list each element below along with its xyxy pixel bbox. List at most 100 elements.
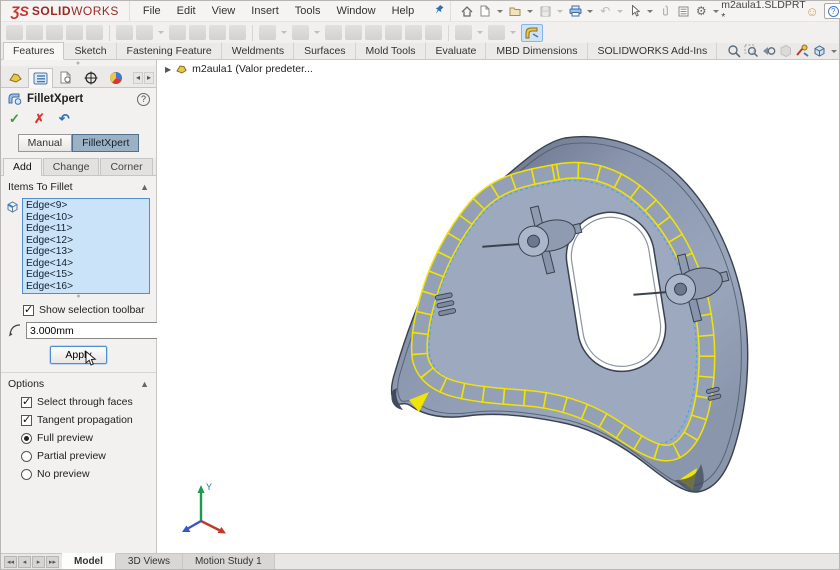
undo-button[interactable]: ↶: [59, 111, 70, 127]
tab-surfaces[interactable]: Surfaces: [294, 42, 355, 59]
toolbar-separator: [109, 25, 110, 41]
pin-menu-icon[interactable]: [433, 4, 444, 19]
items-to-fillet-header[interactable]: Items To Fillet ▲: [1, 176, 156, 196]
edge-list-item[interactable]: Edge<9>: [26, 200, 149, 212]
corner-subtab[interactable]: Corner: [100, 158, 152, 175]
display-manager-tab[interactable]: [103, 67, 128, 87]
edge-list-item[interactable]: Edge<12>: [26, 235, 149, 247]
list-resize-grip[interactable]: ●: [1, 294, 156, 301]
edge-list-item[interactable]: Edge<14>: [26, 258, 149, 270]
tab-sketch[interactable]: Sketch: [64, 42, 116, 59]
collapse-chevron-icon[interactable]: ▲: [140, 379, 149, 389]
add-subtab[interactable]: Add: [3, 158, 42, 176]
scroll-left-icon[interactable]: ◂: [133, 72, 143, 84]
new-dropdown-icon[interactable]: [497, 10, 503, 13]
menu-window[interactable]: Window: [329, 3, 382, 19]
model-tab[interactable]: Model: [62, 553, 116, 569]
search-box[interactable]: ? Sea: [824, 3, 840, 19]
print-icon[interactable]: [567, 4, 583, 18]
properties-icon[interactable]: [675, 4, 691, 18]
new-document-icon[interactable]: [477, 4, 493, 18]
tab-fastening-feature[interactable]: Fastening Feature: [117, 42, 222, 59]
tab-mold-tools[interactable]: Mold Tools: [356, 42, 426, 59]
model-3d-view[interactable]: [157, 60, 840, 555]
select-cursor-icon[interactable]: [627, 4, 643, 18]
partial-preview-radio[interactable]: [21, 451, 32, 462]
menu-view[interactable]: View: [205, 3, 243, 19]
no-preview-row[interactable]: No preview: [21, 465, 156, 483]
tab-features[interactable]: Features: [3, 42, 64, 60]
home-icon[interactable]: [459, 4, 475, 18]
options-dropdown-icon[interactable]: [713, 10, 719, 13]
show-selection-toolbar-row[interactable]: Show selection toolbar: [1, 301, 156, 319]
show-selection-toolbar-checkbox[interactable]: [23, 305, 34, 316]
fillet-tool-active-icon[interactable]: [521, 24, 543, 42]
solidworks-window: ƷS SOLIDWORKS File Edit View Insert Tool…: [0, 0, 840, 570]
nav-prev-icon[interactable]: ◂: [18, 556, 31, 568]
view-orientation-icon[interactable]: [812, 44, 827, 58]
scroll-right-icon[interactable]: ▸: [144, 72, 154, 84]
feature-manager-tab[interactable]: [3, 67, 28, 87]
partial-preview-row[interactable]: Partial preview: [21, 447, 156, 465]
items-to-fillet-list[interactable]: Edge<9> Edge<10> Edge<11> Edge<12> Edge<…: [22, 198, 150, 294]
partial-preview-label: Partial preview: [37, 450, 106, 462]
ok-button[interactable]: ✓: [9, 111, 20, 127]
zoom-fit-icon[interactable]: [727, 44, 742, 58]
menu-edit[interactable]: Edit: [170, 3, 203, 19]
feedback-smiley-icon[interactable]: ☺: [805, 4, 818, 19]
filletxpert-mode-button[interactable]: FilletXpert: [72, 134, 139, 152]
dimxpert-manager-tab[interactable]: [78, 67, 103, 87]
options-gear-icon[interactable]: ⚙: [693, 4, 709, 18]
no-preview-radio[interactable]: [21, 469, 32, 480]
property-manager-tab[interactable]: [28, 68, 53, 88]
edge-selection-icon: [5, 200, 20, 214]
select-dropdown-icon[interactable]: [647, 10, 653, 13]
save-icon[interactable]: [537, 4, 553, 18]
tab-solidworks-add-ins[interactable]: SOLIDWORKS Add-Ins: [588, 42, 718, 59]
open-icon[interactable]: [507, 4, 523, 18]
menu-tools[interactable]: Tools: [288, 3, 328, 19]
nav-first-icon[interactable]: ◂◂: [4, 556, 17, 568]
manual-mode-button[interactable]: Manual: [18, 134, 72, 152]
menu-help[interactable]: Help: [385, 3, 422, 19]
tab-evaluate[interactable]: Evaluate: [426, 42, 487, 59]
mouse-cursor-icon: [85, 351, 98, 367]
features-toolbar: [1, 21, 839, 43]
help-icon[interactable]: ?: [137, 93, 150, 106]
open-dropdown-icon[interactable]: [527, 10, 533, 13]
select-through-faces-row[interactable]: Select through faces: [21, 393, 156, 411]
apply-button[interactable]: Apply: [50, 346, 106, 364]
options-header[interactable]: Options ▲: [1, 373, 156, 393]
nav-last-icon[interactable]: ▸▸: [46, 556, 59, 568]
edge-list-item[interactable]: Edge<13>: [26, 246, 149, 258]
change-subtab[interactable]: Change: [43, 158, 100, 175]
menu-file[interactable]: File: [136, 3, 168, 19]
evaluate-tools-icon[interactable]: [795, 44, 810, 58]
previous-view-icon[interactable]: [761, 44, 776, 58]
edge-list-item[interactable]: Edge<16>: [26, 281, 149, 293]
select-through-faces-checkbox[interactable]: [21, 397, 32, 408]
edge-list-item[interactable]: Edge<11>: [26, 223, 149, 235]
motion-study-tab[interactable]: Motion Study 1: [183, 554, 275, 569]
cancel-button[interactable]: ✗: [34, 111, 45, 127]
menu-insert[interactable]: Insert: [244, 3, 286, 19]
print-dropdown-icon[interactable]: [587, 10, 593, 13]
graphics-viewport[interactable]: ▶ m2aula1 (Valor predeter...: [157, 60, 839, 553]
property-manager-actions: ✓ ✗ ↶: [1, 109, 156, 132]
3d-views-tab[interactable]: 3D Views: [116, 554, 183, 569]
tab-weldments[interactable]: Weldments: [222, 42, 294, 59]
tangent-propagation-row[interactable]: Tangent propagation: [21, 411, 156, 429]
view-orientation-dropdown-icon[interactable]: [831, 50, 837, 53]
tab-mbd-dimensions[interactable]: MBD Dimensions: [486, 42, 587, 59]
edge-list-item[interactable]: Edge<15>: [26, 269, 149, 281]
edge-list-item[interactable]: Edge<10>: [26, 212, 149, 224]
full-preview-radio[interactable]: [21, 433, 32, 444]
fillet-radius-row: [1, 319, 156, 341]
zoom-area-icon[interactable]: [744, 44, 759, 58]
configuration-manager-tab[interactable]: [53, 67, 78, 87]
nav-next-icon[interactable]: ▸: [32, 556, 45, 568]
tangent-propagation-checkbox[interactable]: [21, 415, 32, 426]
collapse-chevron-icon[interactable]: ▲: [140, 182, 149, 192]
fillet-radius-input[interactable]: [27, 325, 168, 337]
full-preview-row[interactable]: Full preview: [21, 429, 156, 447]
